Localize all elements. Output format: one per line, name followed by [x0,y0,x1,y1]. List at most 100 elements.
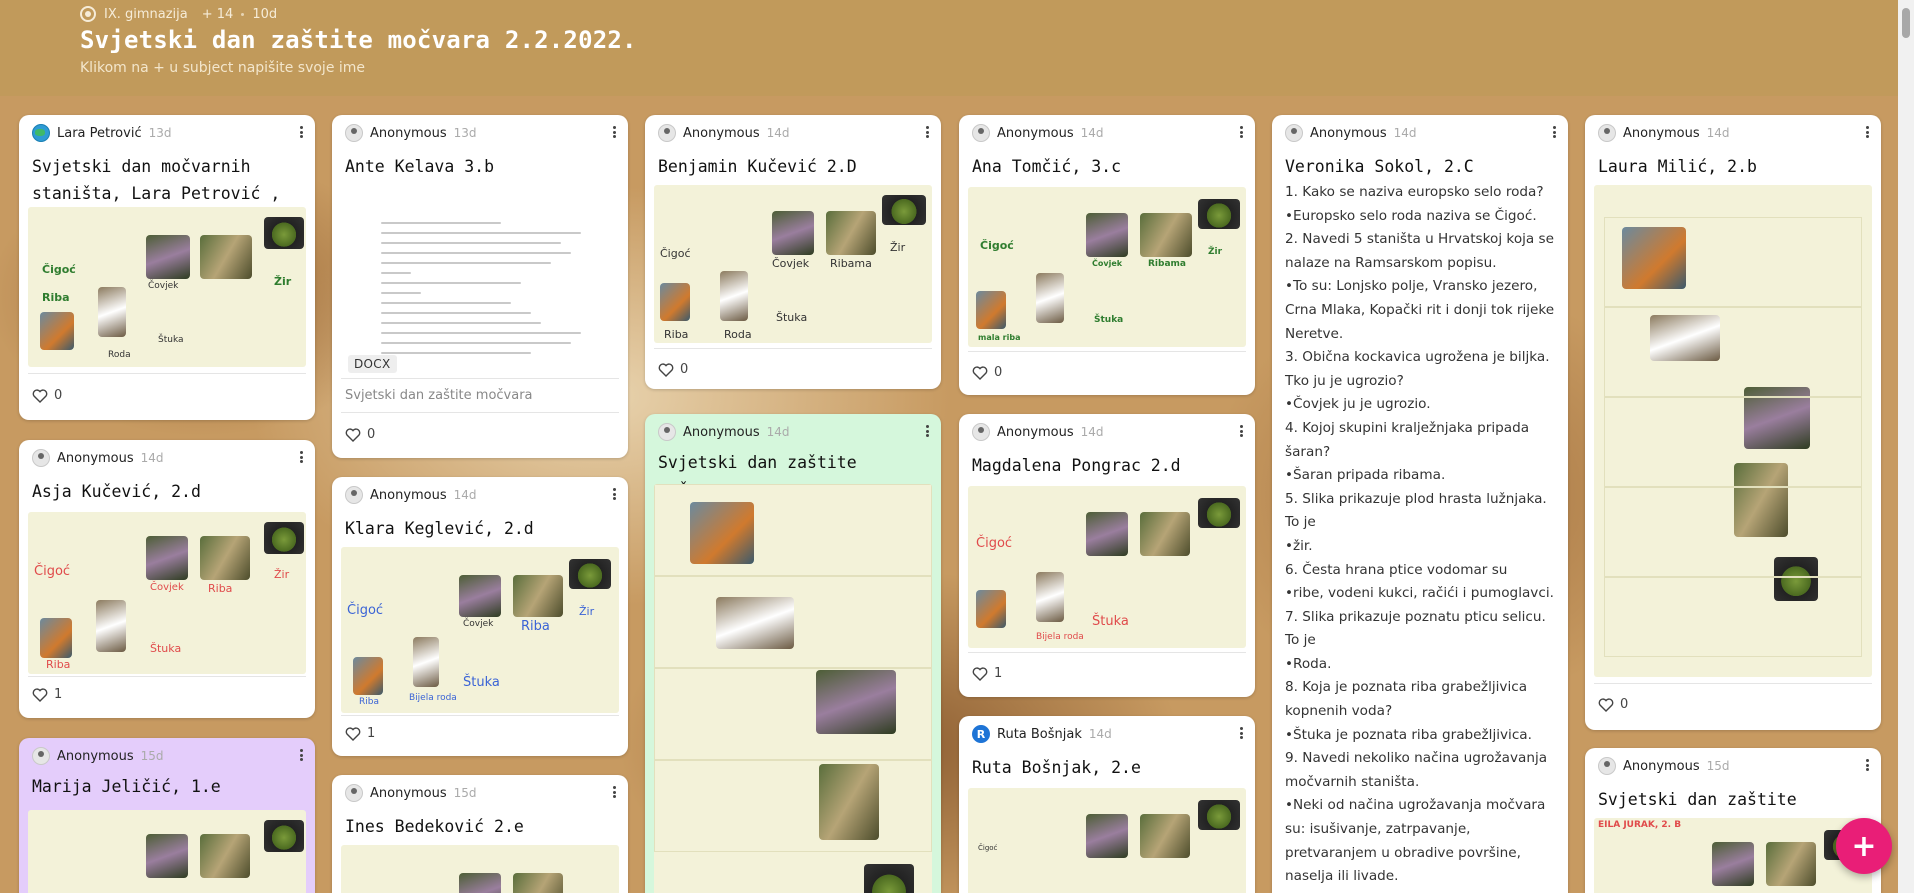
document-preview[interactable] [341,210,619,358]
like-control[interactable]: 0 [972,365,1002,380]
more-options-icon[interactable] [608,123,620,141]
flower-image [459,873,501,893]
post-card[interactable]: Anonymous 14d Veronika Sokol, 2.C 1. Kak… [1272,115,1568,893]
heart-icon[interactable] [345,427,361,442]
like-control[interactable]: 1 [345,726,375,741]
post-image[interactable] [1594,185,1872,677]
post-image[interactable]: Čigoć Riba Čovjek Žir Štuka Roda [28,207,306,367]
thumb-word: Čovjek [1092,259,1123,268]
fish-image [513,575,563,617]
post-card[interactable]: Anonymous 15d Ines Bedeković 2.e [332,775,628,893]
more-options-icon[interactable] [295,123,307,141]
heart-icon[interactable] [1598,697,1614,712]
flower-image [1712,842,1754,886]
post-card[interactable]: Anonymous 14d Klara Keglević, 2.d Čigoć … [332,477,628,756]
more-options-icon[interactable] [921,422,933,440]
heart-icon[interactable] [345,726,361,741]
more-options-icon[interactable] [1235,724,1247,742]
attachment-type-badge: DOCX [348,355,397,373]
thumb-word: Štuka [1092,614,1129,629]
thumb-word: Čigoć [978,844,998,852]
post-image[interactable]: Čigoć Štuka Bijela roda [968,486,1246,648]
like-control[interactable]: 1 [32,687,62,702]
like-control[interactable]: 0 [345,427,375,442]
more-options-icon[interactable] [1861,756,1873,774]
like-count: 0 [367,427,376,442]
post-title: Ante Kelava 3.b [345,157,495,176]
more-options-icon[interactable] [295,448,307,466]
attachment-name[interactable]: Svjetski dan zaštite močvara [345,388,533,403]
more-options-icon[interactable] [1235,123,1247,141]
post-card[interactable]: Anonymous 13d Ante Kelava 3.b DOCX Svjet… [332,115,628,458]
more-options-icon[interactable] [295,746,307,764]
anonymous-avatar [345,124,363,142]
post-card[interactable]: Anonymous 14d Ana Tomčić, 3.c Čigoć Čovj… [959,115,1255,395]
author-name: Anonymous [57,748,134,764]
thumb-word: Čigoć [660,247,691,260]
post-card[interactable]: Anonymous 14d Magdalena Pongrac 2.d Čigo… [959,414,1255,697]
post-title: Asja Kučević, 2.d [32,482,201,501]
contributors-count[interactable]: + 14 [202,7,234,22]
post-card[interactable]: Anonymous 14d Asja Kučević, 2.d Čigoć Čo… [19,440,315,718]
like-control[interactable]: 0 [1598,697,1628,712]
post-image[interactable]: Čigoć [968,788,1246,893]
add-post-button[interactable]: + [1836,818,1892,874]
post-image[interactable]: Čigoć Čovjek Riba Žir Štuka Riba [28,512,306,674]
post-image[interactable] [341,845,619,893]
anonymous-avatar [1598,124,1616,142]
thumb-word: mala riba [978,333,1021,342]
thumb-word: Čovjek [772,257,810,270]
like-control[interactable]: 1 [972,666,1002,681]
anonymous-avatar [345,486,363,504]
author-name: Anonymous [57,450,134,466]
author-name: Anonymous [370,487,447,503]
like-control[interactable]: 0 [658,362,688,377]
thumb-word: Čovjek [463,619,494,629]
more-options-icon[interactable] [608,783,620,801]
thumb-word: Riba [42,291,70,304]
heart-icon[interactable] [32,388,48,403]
page-scrollbar[interactable] [1898,0,1914,893]
post-author: Anonymous 14d [972,422,1104,442]
anonymous-avatar [32,747,50,765]
heart-icon[interactable] [658,362,674,377]
anonymous-avatar [1598,757,1616,775]
thumb-word: Žir [274,568,290,581]
post-image[interactable] [654,484,932,893]
post-card[interactable]: Anonymous 15d Marija Jeličić, 1.e [19,738,315,893]
post-card[interactable]: Anonymous 14d Svjetski dan zaštite močva… [645,414,941,893]
post-image[interactable]: Čigoć Čovjek Ribama Žir Štuka mala riba [968,187,1246,347]
post-image[interactable]: Čigoć Čovjek Ribama Žir Štuka Riba Roda [654,185,932,343]
more-options-icon[interactable] [1235,422,1247,440]
more-options-icon[interactable] [608,485,620,503]
author-name: Anonymous [997,424,1074,440]
fish-image [1140,213,1192,257]
thumb-word: Štuka [463,675,500,690]
board-header: IX. gimnazija + 14 10d Svjetski dan zašt… [0,0,1898,96]
like-control[interactable]: 0 [32,388,62,403]
heart-icon[interactable] [32,687,48,702]
more-options-icon[interactable] [1548,123,1560,141]
post-card[interactable]: Anonymous 15d Svjetski dan zaštite močva… [1585,748,1881,893]
board-owner[interactable]: IX. gimnazija [104,7,188,22]
padlet-logo-icon[interactable] [80,6,96,22]
post-image[interactable]: Čigoć Čovjek Riba Žir Štuka Bijela roda … [341,547,619,713]
flower-image [1086,213,1128,257]
thumb-word: Žir [1208,247,1223,257]
board-meta: IX. gimnazija + 14 10d [80,6,277,22]
post-time: 13d [148,126,172,140]
post-image[interactable]: EILA JURAK, 2. B [1594,818,1872,893]
post-card[interactable]: Lara Petrović 13d Svjetski dan močvarnih… [19,115,315,420]
scrollbar-thumb[interactable] [1902,8,1910,38]
post-card[interactable]: Anonymous 14d Laura Milić, 2.b 0 [1585,115,1881,730]
more-options-icon[interactable] [1861,123,1873,141]
post-card[interactable]: R Ruta Bošnjak 14d Ruta Bošnjak, 2.e Čig… [959,716,1255,893]
more-options-icon[interactable] [921,123,933,141]
heart-icon[interactable] [972,666,988,681]
heart-icon[interactable] [972,365,988,380]
post-image[interactable] [28,810,306,893]
post-card[interactable]: Anonymous 14d Benjamin Kučević 2.D Čigoć… [645,115,941,389]
post-time: 14d [140,451,164,465]
stork-image [1036,273,1064,323]
post-body-line: 2. Navedi 5 staništa u Hrvatskoj koja se… [1285,231,1555,271]
